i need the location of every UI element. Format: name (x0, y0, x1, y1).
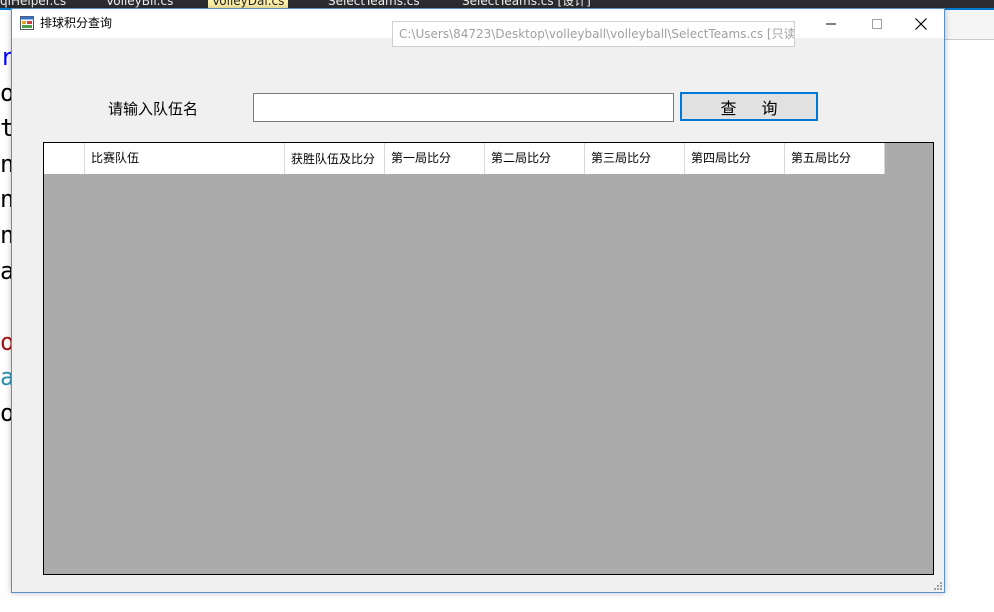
grid-header-row: 比赛队伍 获胜队伍及比分 第一局比分 第二局比分 第三局比分 第四局比分 第五局… (44, 143, 885, 174)
column-header-winner-score[interactable]: 获胜队伍及比分 (285, 143, 385, 174)
team-name-input[interactable] (253, 93, 674, 122)
resize-grip-icon[interactable] (932, 580, 942, 590)
column-header-set1-score[interactable]: 第一局比分 (385, 143, 485, 174)
ide-tab-bar: qlHelper.cs VolleyBll.cs VolleyDal.cs Se… (0, 0, 994, 8)
column-header-set5-score[interactable]: 第五局比分 (785, 143, 885, 174)
column-header-set4-score[interactable]: 第四局比分 (685, 143, 785, 174)
grid-row-header-corner[interactable] (44, 143, 85, 174)
column-header-set3-score[interactable]: 第三局比分 (585, 143, 685, 174)
column-header-set2-score[interactable]: 第二局比分 (485, 143, 585, 174)
results-data-grid[interactable]: 比赛队伍 获胜队伍及比分 第一局比分 第二局比分 第三局比分 第四局比分 第五局… (43, 142, 934, 575)
query-button[interactable]: 查 询 (680, 92, 818, 121)
column-header-match-teams[interactable]: 比赛队伍 (85, 143, 285, 174)
minimize-icon (826, 23, 836, 24)
ide-tab[interactable]: SelectTeams.cs (328, 0, 420, 8)
app-form-icon (20, 16, 34, 30)
window-title: 排球积分查询 (40, 16, 113, 30)
ide-tab-active[interactable]: VolleyDal.cs (208, 0, 289, 8)
ide-tab[interactable]: SelectTeams.cs [设计] (462, 0, 591, 8)
maximize-button[interactable] (854, 9, 900, 38)
ide-toolbar-strip (945, 10, 994, 40)
query-dialog-window: 排球积分查询 C:\Users\84723\Desktop\volleyball… (11, 8, 945, 593)
ide-tab[interactable]: VolleyBll.cs (106, 0, 173, 8)
close-button[interactable] (898, 9, 944, 38)
file-path-tooltip: C:\Users\84723\Desktop\volleyball\volley… (392, 21, 795, 47)
ide-tab[interactable]: qlHelper.cs (0, 0, 66, 8)
maximize-icon (872, 18, 882, 29)
close-icon (915, 17, 927, 30)
minimize-button[interactable] (808, 9, 854, 38)
team-name-label: 请输入队伍名 (108, 100, 199, 118)
